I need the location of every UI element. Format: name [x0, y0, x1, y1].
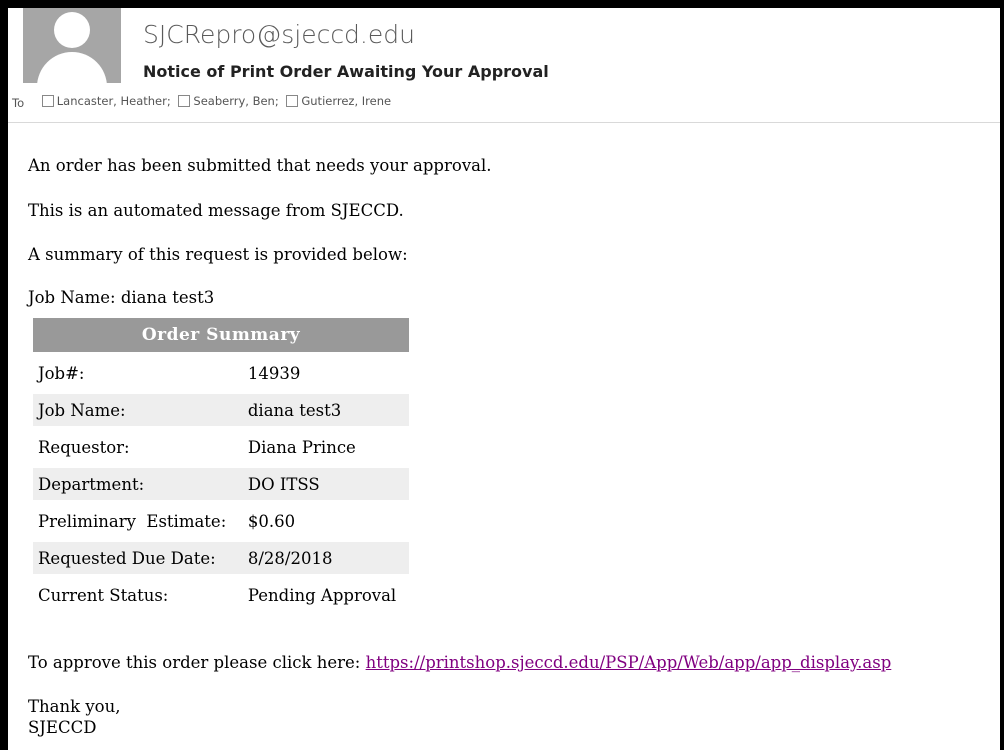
table-row: Requested Due Date: 8/28/2018	[33, 542, 409, 574]
recipient-name: Lancaster, Heather;	[56, 94, 171, 108]
closing-signature: SJECCD	[28, 718, 97, 737]
body-intro-line: An order has been submitted that needs y…	[28, 156, 492, 175]
recipient-name: Gutierrez, Irene	[301, 94, 392, 108]
contact-checkbox-icon	[178, 95, 191, 107]
closing-thanks: Thank you,	[28, 697, 121, 716]
row-label: Department:	[33, 468, 241, 500]
header-divider	[8, 122, 1000, 123]
email-subject: Notice of Print Order Awaiting Your Appr…	[143, 62, 549, 81]
row-label: Requested Due Date:	[33, 542, 241, 574]
row-label: Requestor:	[38, 437, 130, 457]
row-value: 14939	[247, 363, 301, 383]
row-value: 8/28/2018	[240, 542, 409, 574]
to-label: To	[12, 96, 25, 110]
sender-address[interactable]: SJCRepro@sjeccd.edu	[143, 20, 415, 49]
recipient-seaberry[interactable]: Seaberry, Ben;	[178, 94, 279, 108]
table-row: Job#: 14939	[33, 357, 409, 389]
row-label: Job#:	[38, 363, 85, 383]
body-summary-intro: A summary of this request is provided be…	[28, 245, 408, 264]
table-row: Preliminary Estimate: $0.60	[33, 505, 409, 537]
avatar-head-shape	[54, 12, 90, 48]
window-right-border	[1000, 0, 1004, 750]
window-left-border	[0, 0, 8, 750]
row-value: diana test3	[240, 394, 409, 426]
row-value: Pending Approval	[247, 585, 397, 605]
recipient-gutierrez[interactable]: Gutierrez, Irene	[286, 94, 391, 108]
approve-text: To approve this order please click here:	[28, 653, 366, 672]
recipient-lancaster[interactable]: Lancaster, Heather;	[41, 94, 171, 108]
row-label: Preliminary Estimate:	[38, 511, 227, 531]
contact-checkbox-icon	[286, 95, 299, 107]
row-label: Job Name:	[33, 394, 241, 426]
row-value: Diana Prince	[247, 437, 356, 457]
window-top-border	[0, 0, 1004, 8]
recipient-name: Seaberry, Ben;	[193, 94, 279, 108]
order-summary-table: Order Summary Job#: 14939 Job Name: dian…	[33, 313, 409, 616]
approve-line: To approve this order please click here:…	[28, 653, 891, 672]
body-automated-line: This is an automated message from SJECCD…	[28, 201, 404, 220]
row-value: DO ITSS	[240, 468, 409, 500]
recipients-line: To Lancaster, Heather; Seaberry, Ben; Gu…	[12, 94, 395, 110]
approve-link[interactable]: https://printshop.sjeccd.edu/PSP/App/Web…	[366, 653, 892, 672]
contact-checkbox-icon	[41, 95, 54, 107]
table-row: Current Status: Pending Approval	[33, 579, 409, 611]
table-row: Requestor: Diana Prince	[33, 431, 409, 463]
avatar-shoulders-shape	[37, 52, 107, 83]
body-job-name-line: Job Name: diana test3	[28, 288, 215, 307]
table-row: Job Name: diana test3	[33, 394, 409, 426]
table-row: Department: DO ITSS	[33, 468, 409, 500]
sender-avatar	[23, 8, 121, 83]
row-label: Current Status:	[38, 585, 169, 605]
row-value: $0.60	[247, 511, 296, 531]
order-summary-header: Order Summary	[33, 318, 409, 352]
